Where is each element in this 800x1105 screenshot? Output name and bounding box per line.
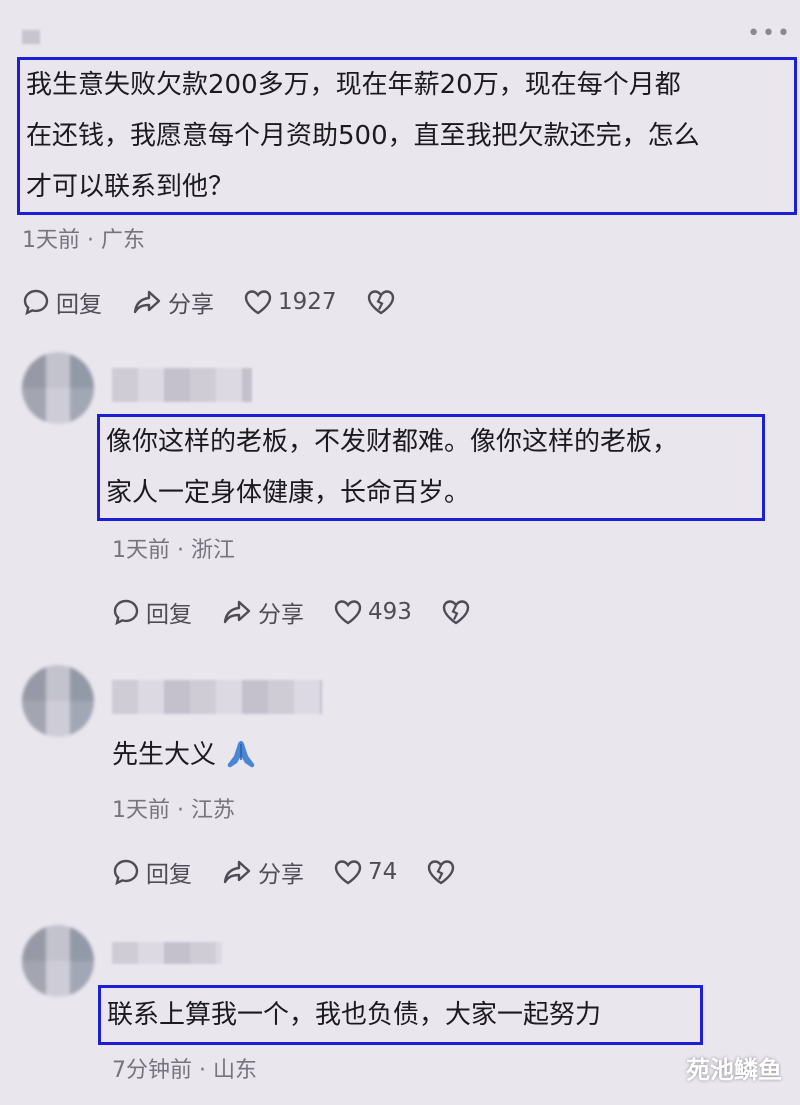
comment-meta: 1天前 · 浙江 — [112, 532, 235, 564]
comment-location: 山东 — [213, 1058, 258, 1083]
broken-heart-icon — [428, 860, 455, 885]
dislike-button[interactable] — [427, 859, 455, 885]
like-count: 493 — [368, 599, 412, 625]
comment-time: 1天前 — [112, 798, 170, 823]
share-icon — [223, 860, 251, 884]
blurred-username[interactable] — [112, 942, 222, 964]
reply-button[interactable]: 回复 — [22, 285, 102, 319]
reply-icon — [23, 289, 49, 316]
like-button[interactable]: 493 — [334, 599, 412, 625]
comment-text-line: 像你这样的老板，不发财都难。像你这样的老板， — [106, 427, 679, 457]
reply-icon — [113, 859, 139, 886]
share-icon — [133, 290, 161, 314]
reply-button[interactable]: 回复 — [112, 595, 192, 629]
comment-text-line: 在还钱，我愿意每个月资助500，直至我把欠款还完，怎么 — [26, 121, 700, 151]
comment-time: 1天前 — [112, 538, 170, 563]
comment-4-text: 联系上算我一个，我也负债，大家一起努力 — [98, 985, 703, 1045]
broken-heart-icon — [367, 290, 394, 315]
separator: · — [199, 1058, 206, 1083]
avatar[interactable] — [22, 665, 94, 737]
share-icon — [223, 600, 251, 624]
like-button[interactable]: 1927 — [244, 289, 337, 315]
comment-1-text: 我生意失败欠款200多万，现在年薪20万，现在每个月都 在还钱，我愿意每个月资助… — [17, 57, 797, 215]
share-label: 分享 — [168, 292, 214, 318]
top-bar: ••• — [0, 0, 800, 56]
watermark: 苑池鳞鱼 — [686, 1056, 782, 1084]
comment-3-text: 先生大义 — [112, 735, 258, 775]
separator: · — [87, 228, 94, 253]
comment-time: 7分钟前 — [112, 1058, 192, 1083]
heart-icon — [334, 860, 362, 885]
like-count: 74 — [368, 859, 398, 885]
comment-text-line: 家人一定身体健康，长命百岁。 — [106, 478, 471, 508]
separator: · — [177, 538, 184, 563]
dislike-button[interactable] — [367, 289, 395, 315]
reply-icon — [113, 599, 139, 626]
heart-icon — [334, 600, 362, 625]
share-label: 分享 — [258, 602, 304, 628]
broken-heart-icon — [442, 600, 470, 625]
comment-text-line: 我生意失败欠款200多万，现在年薪20万，现在每个月都 — [26, 70, 681, 100]
comment-meta: 7分钟前 · 山东 — [112, 1052, 257, 1084]
comment-text-line: 才可以联系到他？ — [26, 172, 235, 202]
comment-meta: 1天前 · 江苏 — [112, 792, 235, 824]
blurred-username[interactable] — [112, 368, 252, 402]
comment-time: 1天前 — [22, 228, 80, 253]
more-icon[interactable]: ••• — [747, 23, 792, 45]
reply-button[interactable]: 回复 — [112, 855, 192, 889]
reply-label: 回复 — [146, 602, 192, 628]
share-button[interactable]: 分享 — [222, 595, 304, 629]
blurred-username — [22, 30, 40, 44]
avatar[interactable] — [22, 352, 94, 424]
comment-meta: 1天前 · 广东 — [22, 222, 145, 254]
avatar[interactable] — [22, 925, 94, 997]
share-button[interactable]: 分享 — [132, 285, 214, 319]
comment-2-text: 像你这样的老板，不发财都难。像你这样的老板， 家人一定身体健康，长命百岁。 — [97, 414, 765, 521]
blurred-username[interactable] — [112, 680, 322, 714]
reply-label: 回复 — [56, 292, 102, 318]
like-count: 1927 — [278, 289, 337, 315]
comment-location: 浙江 — [191, 538, 236, 563]
comment-location: 广东 — [101, 228, 146, 253]
dislike-button[interactable] — [442, 599, 470, 625]
comment-actions: 回复 分享 493 — [112, 595, 500, 629]
comment-text-line: 联系上算我一个，我也负债，大家一起努力 — [107, 1000, 602, 1030]
comment-actions: 回复 分享 74 — [112, 855, 485, 889]
comment-text-line: 先生大义 — [112, 740, 217, 770]
share-label: 分享 — [258, 862, 304, 888]
separator: · — [177, 798, 184, 823]
like-button[interactable]: 74 — [334, 859, 397, 885]
heart-icon — [244, 290, 272, 315]
pray-hands-icon — [227, 741, 255, 768]
comment-location: 江苏 — [191, 798, 236, 823]
share-button[interactable]: 分享 — [222, 855, 304, 889]
reply-label: 回复 — [146, 862, 192, 888]
comment-actions: 回复 分享 1927 — [22, 285, 425, 319]
